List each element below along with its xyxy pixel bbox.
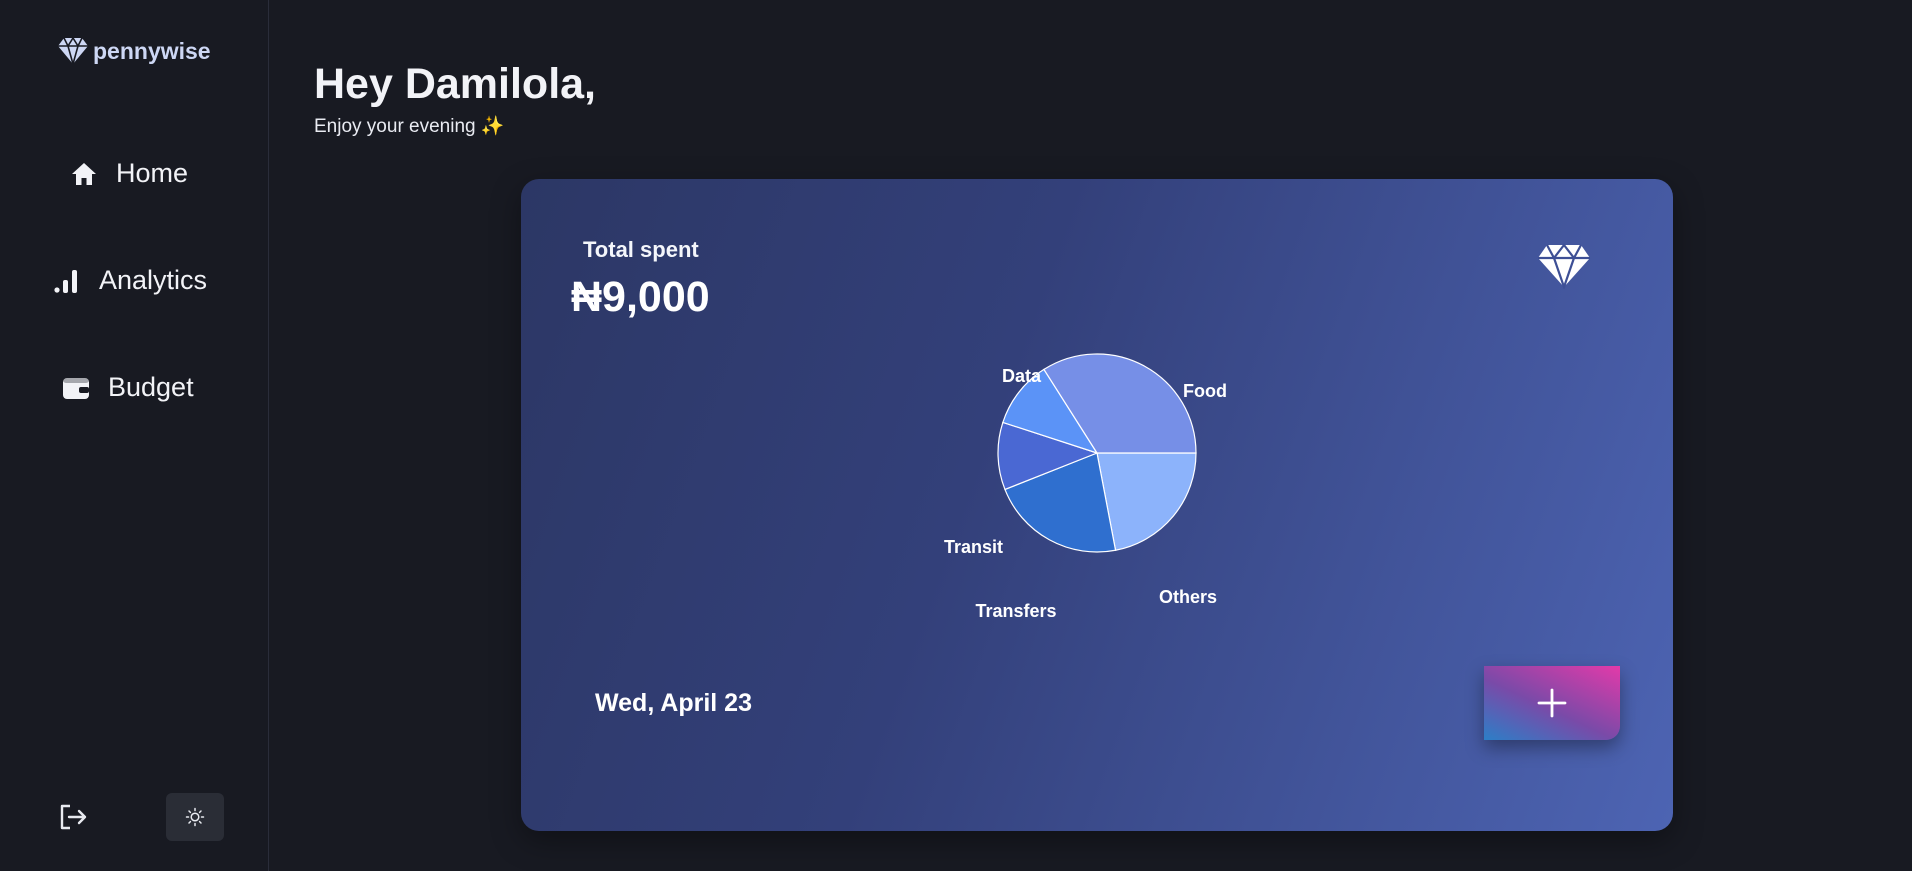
- pie-slice-transfers: [997, 421, 1099, 491]
- sidebar-item-budget[interactable]: Budget: [62, 372, 194, 403]
- total-spent-amount: ₦9,000: [571, 273, 710, 321]
- page-subtitle: Enjoy your evening ✨: [314, 116, 505, 137]
- pie-slice-data: [1043, 353, 1197, 454]
- pie-label-others: Others: [1159, 587, 1217, 607]
- current-date: Wed, April 23: [595, 689, 752, 717]
- diamond-icon: [1538, 243, 1590, 289]
- sun-icon: [185, 807, 205, 827]
- sidebar-item-label: Analytics: [99, 265, 208, 295]
- brand-name: pennywise: [93, 37, 211, 64]
- pie-slice-transit: [1002, 368, 1099, 455]
- bar-chart-icon: [54, 269, 77, 293]
- sidebar-item-analytics[interactable]: Analytics: [53, 265, 207, 296]
- theme-toggle-button[interactable]: [166, 793, 224, 841]
- logout-button[interactable]: [56, 800, 90, 834]
- plus-icon: [1537, 688, 1567, 718]
- add-expense-button[interactable]: [1484, 666, 1620, 740]
- spending-card: Total spent ₦9,000 Food Others Transfers Tr…: [521, 179, 1673, 831]
- wallet-icon: [63, 377, 89, 399]
- diamond-icon: [58, 36, 88, 66]
- sidebar-item-label: Home: [116, 158, 189, 188]
- brand-logo[interactable]: pennywise: [57, 36, 211, 66]
- sidebar-item-home[interactable]: Home: [70, 158, 188, 189]
- sidebar: pennywise Home Analytics Budget: [0, 0, 269, 871]
- pie-label-transit: Transit: [944, 537, 1003, 557]
- home-icon: [72, 162, 96, 185]
- pie-label-data: Data: [1002, 366, 1042, 386]
- logout-icon: [60, 804, 87, 830]
- total-spent-label: Total spent: [583, 237, 699, 262]
- pie-label-transfers: Transfers: [975, 601, 1056, 621]
- sidebar-item-label: Budget: [108, 372, 194, 402]
- page-greeting: Hey Damilola,: [314, 60, 596, 108]
- pie-label-food: Food: [1183, 381, 1227, 401]
- pie-slice-food: [1096, 452, 1197, 551]
- pie-slice-others: [1004, 452, 1117, 553]
